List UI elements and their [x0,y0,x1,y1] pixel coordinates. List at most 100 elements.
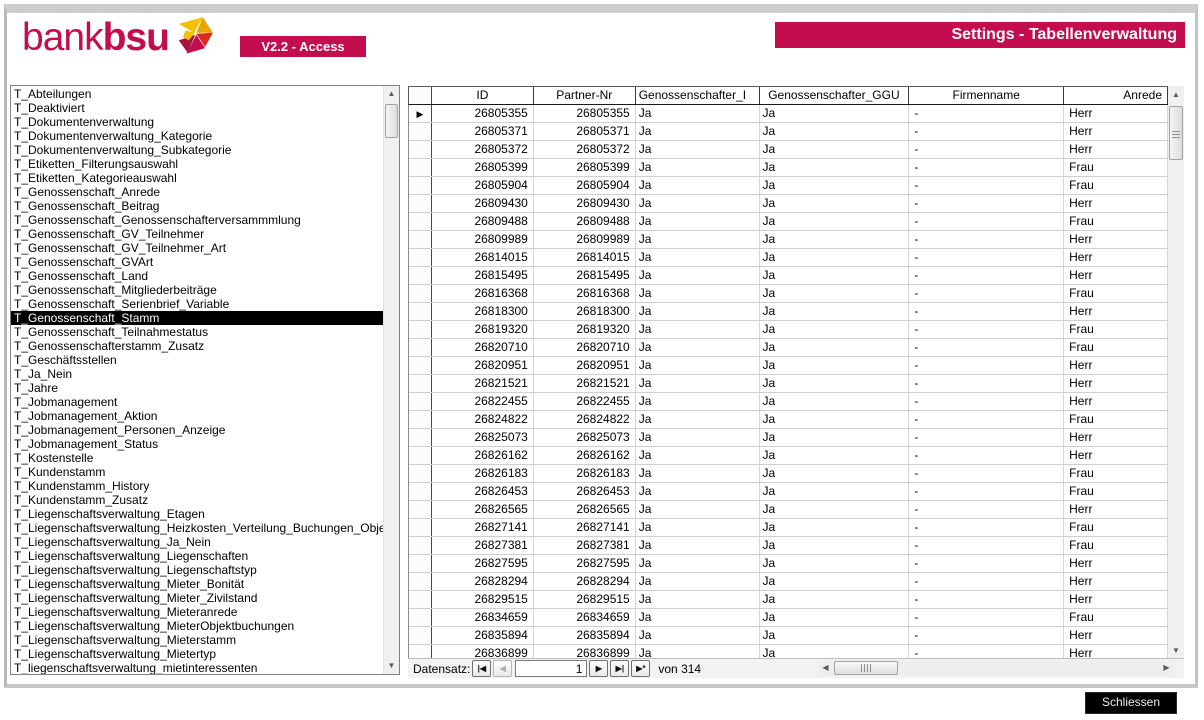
grid-cell[interactable]: Ja [636,141,760,158]
grid-cell[interactable]: 26824822 [534,411,636,428]
table-list-item[interactable]: T_Jahre [11,381,383,395]
grid-cell[interactable]: Frau [1064,465,1168,482]
grid-cell[interactable]: Herr [1064,591,1168,608]
grid-cell[interactable]: 26827141 [432,519,534,536]
grid-cell[interactable]: 26805371 [534,123,636,140]
grid-cell[interactable]: Ja [636,645,760,659]
grid-hscrollbar[interactable]: ◀ ▶ [818,660,1174,676]
grid-cell[interactable]: 26827381 [432,537,534,554]
grid-cell[interactable]: 26805371 [432,123,534,140]
grid-cell[interactable]: Ja [760,591,910,608]
grid-cell[interactable]: Ja [636,591,760,608]
grid-cell[interactable]: 26834659 [534,609,636,626]
grid-cell[interactable]: - [909,339,1064,356]
table-list-item[interactable]: T_Liegenschaftsverwaltung_Etagen [11,507,383,521]
grid-cell[interactable]: Ja [760,537,910,554]
table-list-item[interactable]: T_Etiketten_Filterungsauswahl [11,157,383,171]
grid-cell[interactable]: Ja [636,357,760,374]
record-selector[interactable] [409,249,432,266]
grid-cell[interactable]: 26805904 [534,177,636,194]
grid-cell[interactable]: Herr [1064,501,1168,518]
table-list-item[interactable]: T_Genossenschaft_Genossenschafterversamm… [11,213,383,227]
grid-cell[interactable]: Herr [1064,195,1168,212]
grid-cell[interactable]: - [909,195,1064,212]
grid-cell[interactable]: 26827141 [534,519,636,536]
grid-cell[interactable]: Ja [636,195,760,212]
previous-record-button[interactable]: ◀ [493,660,512,677]
grid-cell[interactable]: Ja [760,357,910,374]
record-number-input[interactable] [515,660,587,677]
record-selector[interactable] [409,267,432,284]
grid-cell[interactable]: 26820951 [432,357,534,374]
grid-cell[interactable]: - [909,159,1064,176]
table-list-item[interactable]: T_Genossenschaft_Stamm [11,311,383,325]
grid-cell[interactable]: Frau [1064,537,1168,554]
grid-cell[interactable]: - [909,465,1064,482]
grid-cell[interactable]: 26836899 [534,645,636,659]
grid-cell[interactable]: Ja [636,321,760,338]
grid-scrollbar-thumb[interactable] [1169,106,1183,160]
grid-cell[interactable]: Ja [760,231,910,248]
grid-cell[interactable]: - [909,645,1064,659]
grid-cell[interactable]: Ja [636,573,760,590]
table-list-item[interactable]: T_Kundenstamm_History [11,479,383,493]
grid-cell[interactable]: Ja [636,519,760,536]
table-list-item[interactable]: T_Jobmanagement_Personen_Anzeige [11,423,383,437]
record-selector[interactable] [409,483,432,500]
grid-cell[interactable]: Ja [760,123,910,140]
grid-cell[interactable]: - [909,105,1064,122]
hscrollbar-thumb[interactable] [834,661,898,675]
new-record-button[interactable]: ▶* [631,660,650,677]
record-selector[interactable] [409,177,432,194]
grid-cell[interactable]: Ja [760,213,910,230]
grid-cell[interactable]: Ja [760,339,910,356]
record-selector[interactable] [409,375,432,392]
scroll-down-icon[interactable]: ▼ [1168,643,1184,659]
grid-cell[interactable]: Ja [636,501,760,518]
table-list-item[interactable]: T_Genossenschafterstamm_Zusatz [11,339,383,353]
grid-cell[interactable]: 26828294 [534,573,636,590]
grid-cell[interactable]: Ja [636,375,760,392]
grid-cell[interactable]: Herr [1064,627,1168,644]
grid-cell[interactable]: Ja [760,429,910,446]
record-selector[interactable] [409,195,432,212]
grid-cell[interactable]: Ja [636,159,760,176]
grid-cell[interactable]: - [909,483,1064,500]
table-list-item[interactable]: T_Genossenschaft_GV_Teilnehmer_Art [11,241,383,255]
grid-cell[interactable]: Ja [636,267,760,284]
grid-cell[interactable]: - [909,573,1064,590]
table-list-item[interactable]: T_Genossenschaft_Anrede [11,185,383,199]
last-record-button[interactable]: ▶| [610,660,629,677]
grid-cell[interactable]: Ja [760,573,910,590]
scroll-up-icon[interactable]: ▲ [384,86,399,102]
grid-cell[interactable]: Frau [1064,177,1168,194]
grid-cell[interactable]: Herr [1064,105,1168,122]
grid-cell[interactable]: 26835894 [432,627,534,644]
grid-cell[interactable]: Ja [760,465,910,482]
grid-cell[interactable]: Ja [636,411,760,428]
grid-cell[interactable]: Ja [760,627,910,644]
list-scrollbar[interactable]: ▲ ▼ [383,86,399,674]
grid-cell[interactable]: 26821521 [534,375,636,392]
grid-cell[interactable]: Ja [636,105,760,122]
grid-cell[interactable]: Ja [636,231,760,248]
scroll-left-icon[interactable]: ◀ [818,660,833,676]
grid-cell[interactable]: - [909,249,1064,266]
table-list-item[interactable]: T_Kostenstelle [11,451,383,465]
grid-cell[interactable]: Ja [760,195,910,212]
table-list-item[interactable]: T_Dokumentenverwaltung [11,115,383,129]
grid-cell[interactable]: Ja [760,483,910,500]
grid-cell[interactable]: Ja [760,447,910,464]
grid-cell[interactable]: 26822455 [534,393,636,410]
grid-cell[interactable]: - [909,213,1064,230]
grid-cell[interactable]: Ja [760,519,910,536]
column-header[interactable]: Firmenname [909,87,1064,104]
grid-cell[interactable]: Ja [760,321,910,338]
grid-cell[interactable]: Ja [636,627,760,644]
grid-cell[interactable]: Ja [636,213,760,230]
grid-cell[interactable]: 26826162 [534,447,636,464]
grid-cell[interactable]: Herr [1064,141,1168,158]
grid-cell[interactable]: 26835894 [534,627,636,644]
table-list-item[interactable]: T_Dokumentenverwaltung_Subkategorie [11,143,383,157]
grid-cell[interactable]: 26809430 [534,195,636,212]
